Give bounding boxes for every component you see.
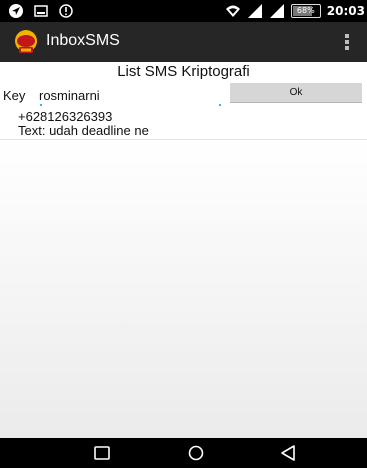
app-logo-icon[interactable] <box>14 29 38 55</box>
battery-level: 68% <box>296 6 315 15</box>
gallery-notification-icon <box>34 5 48 17</box>
overflow-menu-icon[interactable] <box>333 28 361 56</box>
alert-icon <box>59 4 73 18</box>
navigation-bar <box>0 438 367 468</box>
page-title: List SMS Kriptografi <box>117 63 250 80</box>
list-item[interactable]: +628126326393 Text: udah deadline ne <box>0 108 367 140</box>
wifi-icon <box>225 5 240 17</box>
action-bar: InboxSMS <box>0 22 367 62</box>
battery-icon: 68% <box>290 4 321 18</box>
home-button[interactable] <box>184 442 208 464</box>
location-icon <box>9 4 23 18</box>
status-time: 20:03 <box>326 4 365 18</box>
overflow-dot <box>345 40 349 44</box>
sms-text: Text: udah deadline ne <box>18 123 149 138</box>
overflow-dot <box>345 46 349 50</box>
key-label: Key <box>3 88 26 103</box>
signal-icon <box>247 4 262 18</box>
content-background <box>0 140 367 438</box>
sms-sender: +628126326393 <box>18 109 113 124</box>
app-title: InboxSMS <box>46 32 120 49</box>
ok-button[interactable]: Ok <box>230 83 362 103</box>
status-bar: 68% 20:03 <box>0 0 367 22</box>
home-icon <box>188 445 204 461</box>
status-left-icons <box>8 3 74 19</box>
key-input[interactable] <box>36 84 226 106</box>
back-button[interactable] <box>276 442 300 464</box>
recent-apps-icon <box>94 446 110 460</box>
back-icon <box>281 445 295 461</box>
status-right-icons: 68% 20:03 <box>225 3 365 19</box>
signal-icon-2 <box>269 4 284 18</box>
recent-apps-button[interactable] <box>90 442 114 464</box>
overflow-dot <box>345 34 349 38</box>
input-handle-left <box>40 104 42 106</box>
input-handle-right <box>219 104 221 106</box>
